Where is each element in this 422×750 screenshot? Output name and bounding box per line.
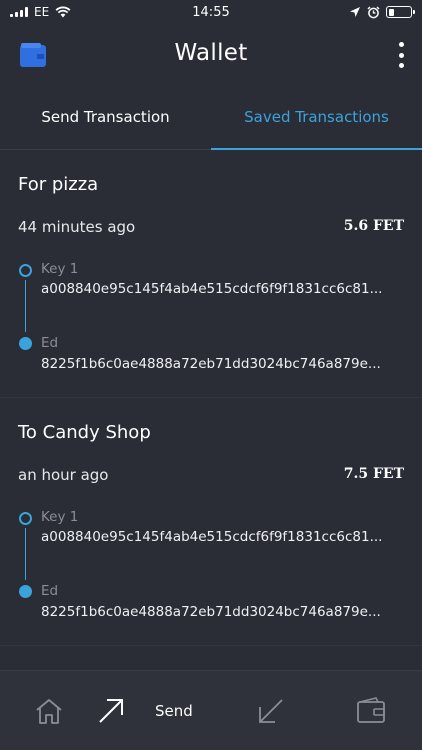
tab-bar: Send Transaction Saved Transactions xyxy=(0,84,422,150)
to-dot-icon xyxy=(19,337,32,350)
home-icon xyxy=(36,699,62,724)
transaction-time: an hour ago xyxy=(18,466,109,484)
nav-wallet-button[interactable] xyxy=(356,697,386,729)
battery-icon xyxy=(386,6,415,18)
nav-send-button[interactable]: Send xyxy=(97,697,193,725)
to-address: 8225f1b6c0ae4888a72eb71dd3024bc746a879e.… xyxy=(41,604,381,620)
carrier-label: EE xyxy=(34,5,50,19)
arrow-up-right-icon xyxy=(99,699,123,723)
status-bar-left: EE xyxy=(10,5,71,19)
from-dot-icon xyxy=(19,264,32,277)
timeline-connector xyxy=(25,528,26,580)
status-bar-right xyxy=(349,5,415,19)
from-label: Key 1 xyxy=(41,261,79,277)
nav-receive-button[interactable] xyxy=(257,697,285,729)
transaction-card[interactable]: For pizza 44 minutes ago 5.6 FET Key 1 a… xyxy=(0,150,422,398)
status-bar: EE 14:55 xyxy=(0,0,422,24)
transaction-amount: 5.6 FET xyxy=(343,218,404,234)
to-label: Ed xyxy=(41,583,59,599)
arrow-down-left-icon xyxy=(259,699,283,723)
from-label: Key 1 xyxy=(41,509,79,525)
timeline-connector xyxy=(25,280,26,332)
transaction-card[interactable]: To Candy Shop an hour ago 7.5 FET Key 1 … xyxy=(0,398,422,646)
nav-home-button[interactable] xyxy=(34,697,64,729)
transaction-time: 44 minutes ago xyxy=(18,218,136,236)
tab-send-transaction[interactable]: Send Transaction xyxy=(0,84,211,149)
transaction-title: To Candy Shop xyxy=(18,422,151,443)
wallet-icon xyxy=(357,697,385,723)
alarm-clock-icon xyxy=(367,5,380,18)
to-dot-icon xyxy=(19,585,32,598)
saved-transactions-list: For pizza 44 minutes ago 5.6 FET Key 1 a… xyxy=(0,150,422,646)
from-address: a008840e95c145f4ab4e515cdcf6f9f1831cc6c8… xyxy=(41,529,383,545)
from-address: a008840e95c145f4ab4e515cdcf6f9f1831cc6c8… xyxy=(41,281,383,297)
wifi-icon xyxy=(55,6,71,18)
bottom-navigation: Send xyxy=(0,670,422,750)
location-arrow-icon xyxy=(350,7,360,17)
page-title: Wallet xyxy=(174,40,248,66)
nav-send-label: Send xyxy=(155,702,193,720)
transaction-amount: 7.5 FET xyxy=(343,466,404,482)
more-menu-icon[interactable] xyxy=(394,42,408,68)
app-header: Wallet xyxy=(0,24,422,84)
from-dot-icon xyxy=(19,512,32,525)
tab-saved-transactions[interactable]: Saved Transactions xyxy=(211,84,422,150)
transaction-title: For pizza xyxy=(18,174,99,195)
to-label: Ed xyxy=(41,335,59,351)
to-address: 8225f1b6c0ae4888a72eb71dd3024bc746a879e.… xyxy=(41,356,381,372)
signal-icon xyxy=(10,7,28,17)
wallet-screen: EE 14:55 Wallet Send Transaction Saved T… xyxy=(0,0,422,750)
